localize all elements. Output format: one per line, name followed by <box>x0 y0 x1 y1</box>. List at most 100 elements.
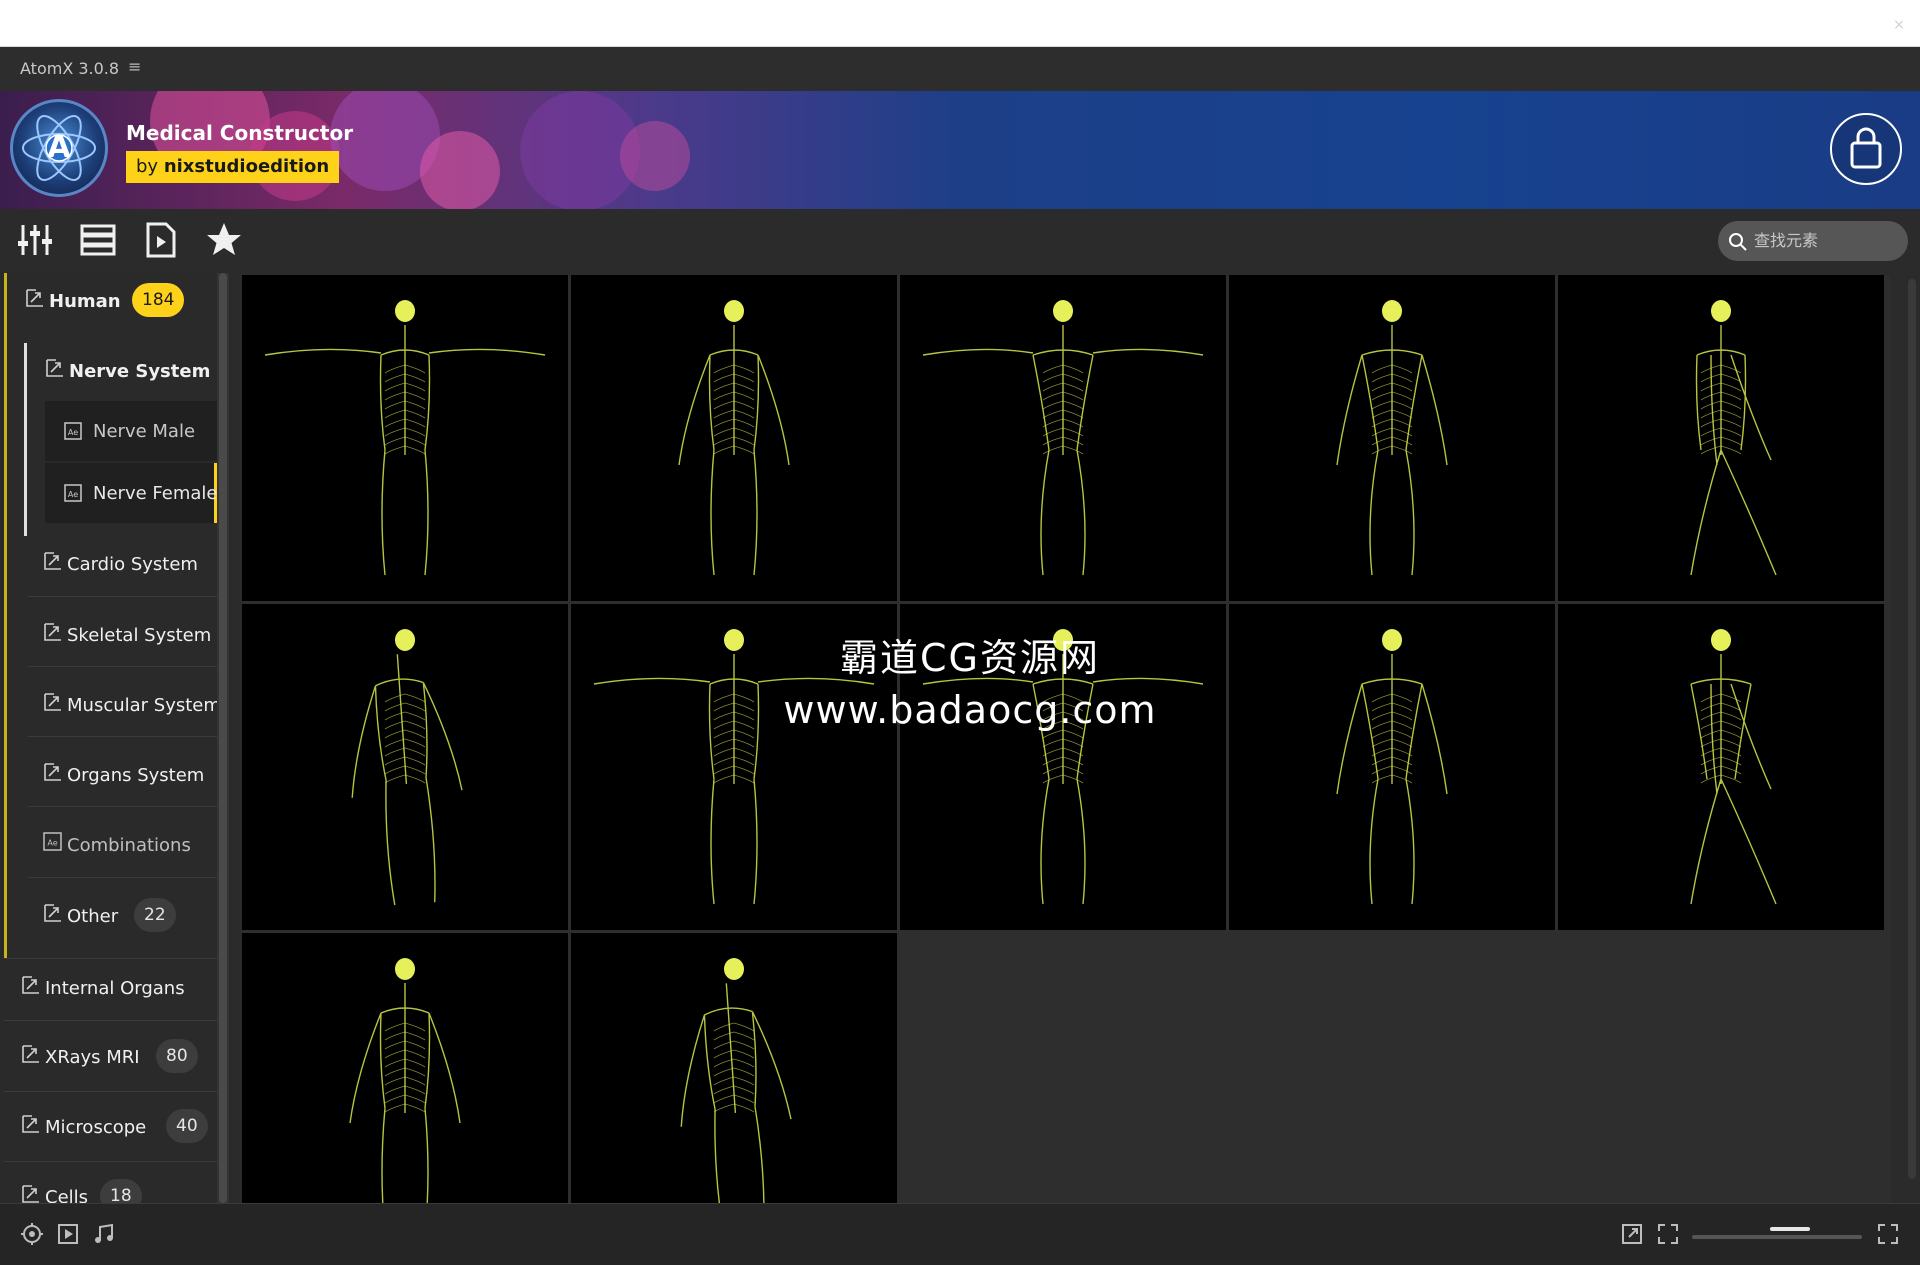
nerve-branch <box>713 1103 755 1113</box>
favorites-star-icon[interactable] <box>203 219 245 261</box>
thumbnail-item[interactable] <box>1558 275 1884 601</box>
sliders-icon[interactable] <box>14 219 56 261</box>
brain-glow <box>724 629 744 651</box>
sidebar-item-label: Microscope <box>45 1117 147 1138</box>
nerve-thumbnail-image <box>922 300 1204 576</box>
leaf-item-nerve-male[interactable]: Ae Nerve Male <box>45 401 217 461</box>
count-badge: 40 <box>166 1109 208 1143</box>
count-badge: 22 <box>134 898 176 932</box>
title-bar: AtomX 3.0.8 ≡ <box>0 47 1920 91</box>
svg-text:Ae: Ae <box>68 490 78 499</box>
nerve-branch <box>384 711 426 721</box>
folder-link-icon <box>44 763 61 781</box>
brain-glow <box>724 300 744 322</box>
thumbnail-item[interactable] <box>900 604 1226 930</box>
thumbnail-item[interactable] <box>1558 604 1884 930</box>
nerve-branch <box>713 1022 755 1032</box>
sidebar-scroll-thumb[interactable] <box>219 273 227 1203</box>
sidebar-item-label: Combinations <box>67 835 191 856</box>
store-bag-button[interactable] <box>1830 113 1902 185</box>
nerve-branch <box>713 1058 755 1068</box>
nerve-thumbnail-image <box>678 300 790 576</box>
sidebar-item-label: XRays MRI <box>45 1047 140 1068</box>
leaf-item-nerve-female[interactable]: Ae Nerve Female <box>45 463 217 523</box>
thumbnail-size-slider-handle[interactable] <box>1770 1227 1810 1231</box>
nerve-branch <box>384 702 426 712</box>
nerve-branch <box>384 774 426 784</box>
nerve-branch <box>713 1049 755 1059</box>
nerve-branch <box>384 729 426 739</box>
subgroup-rail <box>24 343 27 536</box>
count-badge: 18 <box>100 1179 142 1203</box>
thumbnail-item[interactable] <box>571 604 897 930</box>
folder-link-icon <box>22 976 39 994</box>
nerve-figure <box>593 654 875 905</box>
target-settings-icon[interactable] <box>20 1222 44 1246</box>
nerve-branch <box>384 693 426 703</box>
grid-size-icon[interactable] <box>1876 1222 1900 1246</box>
nerve-thumbnail-image <box>351 629 463 906</box>
sidebar-item-label: Organs System <box>67 765 205 786</box>
ae-file-icon: Ae <box>43 832 62 851</box>
author-byline[interactable]: by nixstudioedition <box>126 151 340 183</box>
nerve-figure <box>922 654 1204 905</box>
thumbnail-item[interactable] <box>571 933 897 1203</box>
list-view-icon[interactable] <box>77 219 119 261</box>
thumbnail-item[interactable] <box>1229 604 1555 930</box>
nerve-branch <box>713 1067 755 1077</box>
nerve-thumbnail-image <box>1690 629 1777 905</box>
thumbnail-item[interactable] <box>242 933 568 1203</box>
sidebar-item-label: Nerve System <box>69 361 211 382</box>
nerve-figure <box>678 325 790 576</box>
nerve-branch <box>384 720 426 730</box>
fullscreen-icon[interactable] <box>1656 1222 1680 1246</box>
external-view-icon[interactable] <box>1620 1222 1644 1246</box>
thumbnail-item[interactable] <box>900 275 1226 601</box>
nerve-branch <box>384 738 426 748</box>
folder-link-icon <box>22 1185 39 1203</box>
count-badge: 80 <box>156 1039 198 1073</box>
folder-link-icon <box>44 552 61 570</box>
sidebar-item-label: Other <box>67 906 119 927</box>
nerve-figure <box>264 325 546 576</box>
folder-link-icon <box>44 623 61 641</box>
app-title: AtomX 3.0.8 <box>20 59 120 78</box>
grid-scrollbar[interactable] <box>1908 279 1916 1179</box>
svg-text:Ae: Ae <box>68 428 78 437</box>
category-sidebar: Human 184 Nerve System Ae Nerve Male Ae … <box>0 273 232 1203</box>
divider <box>28 736 218 737</box>
nerve-branch <box>713 1040 755 1050</box>
search-input[interactable]: 查找元素 <box>1718 221 1908 261</box>
thumbnail-item[interactable] <box>1229 275 1555 601</box>
folder-link-icon <box>44 693 61 711</box>
sidebar-scrollbar[interactable] <box>217 273 229 1203</box>
video-file-icon[interactable] <box>140 219 182 261</box>
divider <box>28 806 218 807</box>
brain-glow <box>395 958 415 980</box>
brain-glow <box>395 629 415 651</box>
nerve-figure <box>922 325 1204 576</box>
nerve-figure <box>680 983 792 1203</box>
nerve-thumbnail-image <box>593 629 875 905</box>
thumbnail-item[interactable] <box>242 604 568 930</box>
divider <box>4 1091 218 1092</box>
thumbnail-item[interactable] <box>242 275 568 601</box>
nerve-thumbnail-image <box>1336 629 1448 905</box>
play-preview-icon[interactable] <box>56 1222 80 1246</box>
atomx-panel: AtomX 3.0.8 ≡ A Medical Constructor by n… <box>0 47 1920 1265</box>
nerve-thumbnail-image <box>264 300 546 576</box>
divider <box>28 666 218 667</box>
brain-glow <box>1382 300 1402 322</box>
thumbnail-item[interactable] <box>571 275 897 601</box>
thumbnail-size-slider[interactable] <box>1692 1235 1862 1239</box>
close-icon[interactable]: × <box>1884 10 1914 40</box>
hamburger-menu-icon[interactable]: ≡ <box>128 57 141 76</box>
shopping-bag-icon <box>1850 127 1882 169</box>
search-placeholder: 查找元素 <box>1754 231 1819 250</box>
search-icon <box>1729 233 1747 251</box>
ae-file-icon: Ae <box>64 422 82 440</box>
music-note-icon[interactable] <box>92 1222 116 1246</box>
atomx-logo: A <box>10 99 108 197</box>
brain-glow <box>1711 300 1731 322</box>
group-rail <box>4 273 7 958</box>
